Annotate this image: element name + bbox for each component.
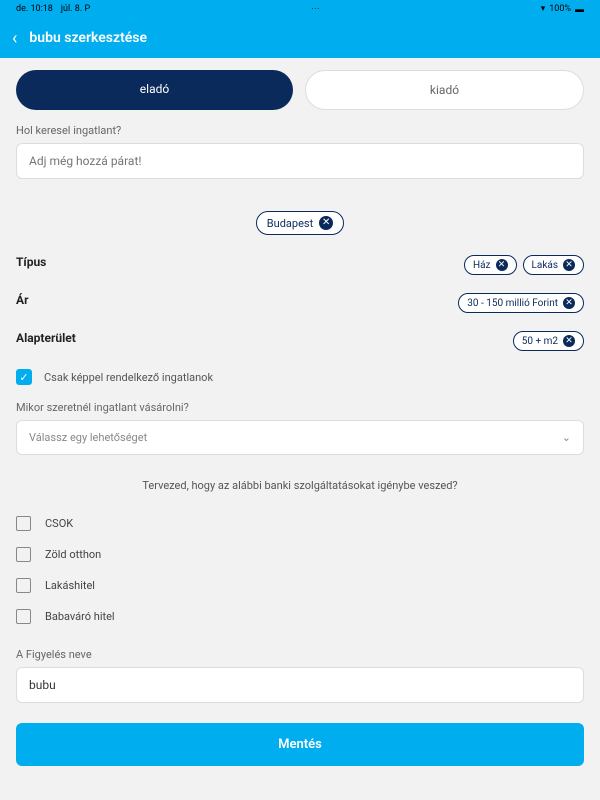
- wifi-icon: ▾: [541, 4, 546, 14]
- location-search-input[interactable]: [16, 143, 584, 179]
- chip-label: Lakás: [532, 260, 559, 271]
- option-label: Lakáshitel: [45, 579, 95, 592]
- close-icon[interactable]: ✕: [563, 259, 575, 271]
- bank-option-mortgage[interactable]: Lakáshitel: [16, 570, 584, 601]
- bank-option-csok[interactable]: CSOK: [16, 508, 584, 539]
- page-title: bubu szerkesztése: [29, 30, 147, 46]
- bank-options-list: CSOK Zöld otthon Lakáshitel Babaváró hit…: [16, 508, 584, 632]
- status-date: júl. 8. P: [61, 4, 90, 14]
- battery-level: 100%: [549, 4, 571, 14]
- save-button[interactable]: Mentés: [16, 723, 584, 766]
- checkbox-images-only[interactable]: ✓: [16, 369, 32, 385]
- bank-option-baby-loan[interactable]: Babaváró hitel: [16, 601, 584, 632]
- price-label: Ár: [16, 293, 28, 307]
- area-label: Alapterület: [16, 331, 76, 345]
- watch-name-input[interactable]: [16, 667, 584, 703]
- location-chip-budapest[interactable]: Budapest ✕: [256, 211, 344, 235]
- status-time: de. 10:18: [16, 4, 53, 14]
- status-notch: ⋯: [90, 4, 541, 14]
- chip-label: Ház: [473, 260, 491, 271]
- chip-label: Budapest: [267, 217, 313, 230]
- type-chip-apartment[interactable]: Lakás ✕: [523, 255, 585, 275]
- checkbox-empty[interactable]: [16, 547, 31, 562]
- close-icon[interactable]: ✕: [496, 259, 508, 271]
- select-placeholder: Válassz egy lehetőséget: [29, 431, 147, 444]
- listing-type-tabs: eladó kiadó: [16, 70, 584, 110]
- when-select[interactable]: Válassz egy lehetőséget ⌄: [16, 420, 584, 455]
- close-icon[interactable]: ✕: [563, 335, 575, 347]
- type-label: Típus: [16, 255, 46, 269]
- search-label: Hol keresel ingatlant?: [16, 124, 584, 137]
- area-chip[interactable]: 50 + m2 ✕: [513, 331, 584, 351]
- chip-label: 50 + m2: [522, 336, 558, 347]
- battery-icon: ▬: [575, 4, 584, 15]
- type-chip-house[interactable]: Ház ✕: [464, 255, 517, 275]
- status-bar: de. 10:18 júl. 8. P ⋯ ▾ 100% ▬: [0, 0, 600, 18]
- close-icon[interactable]: ✕: [319, 216, 333, 230]
- chevron-down-icon: ⌄: [562, 431, 571, 444]
- option-label: Babaváró hitel: [45, 610, 115, 623]
- images-only-row[interactable]: ✓ Csak képpel rendelkező ingatlanok: [16, 369, 584, 385]
- main-content: eladó kiadó Hol keresel ingatlant? Budap…: [0, 58, 600, 778]
- images-only-label: Csak képpel rendelkező ingatlanok: [44, 371, 213, 384]
- app-header: ‹ bubu szerkesztése: [0, 18, 600, 58]
- when-label: Mikor szeretnél ingatlant vásárolni?: [16, 401, 584, 414]
- chip-label: 30 - 150 millió Forint: [467, 298, 558, 309]
- bank-section-title: Tervezed, hogy az alábbi banki szolgálta…: [16, 479, 584, 492]
- tab-for-rent[interactable]: kiadó: [305, 70, 584, 110]
- bank-option-green-home[interactable]: Zöld otthon: [16, 539, 584, 570]
- price-chip[interactable]: 30 - 150 millió Forint ✕: [458, 293, 584, 313]
- checkbox-empty[interactable]: [16, 578, 31, 593]
- option-label: Zöld otthon: [45, 548, 101, 561]
- close-icon[interactable]: ✕: [563, 297, 575, 309]
- tab-for-sale[interactable]: eladó: [16, 70, 293, 110]
- name-label: A Figyelés neve: [16, 648, 584, 661]
- back-icon[interactable]: ‹: [12, 28, 17, 49]
- checkbox-empty[interactable]: [16, 609, 31, 624]
- checkbox-empty[interactable]: [16, 516, 31, 531]
- option-label: CSOK: [45, 517, 73, 530]
